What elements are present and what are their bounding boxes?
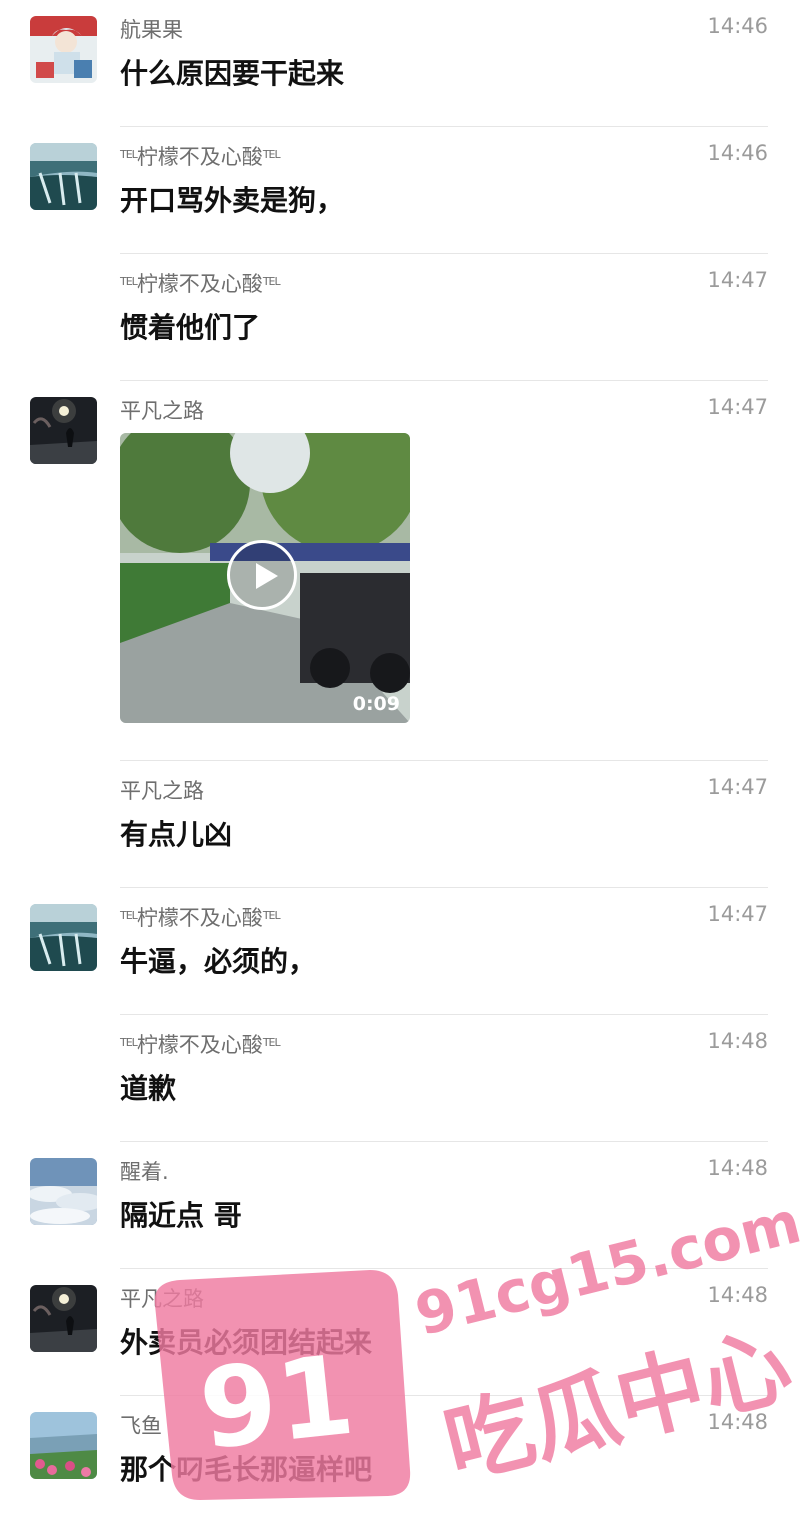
avatar[interactable] [30, 143, 97, 210]
timestamp: 14:46 [707, 14, 768, 38]
video-duration: 0:09 [352, 693, 400, 715]
timestamp: 14:47 [707, 395, 768, 419]
video-thumbnail[interactable]: 0:09 [120, 433, 410, 723]
timestamp: 14:48 [707, 1410, 768, 1434]
sender-name: 平凡之路 [120, 1287, 204, 1311]
sender-name: TEL柠檬不及心酸TEL [120, 272, 281, 296]
avatar[interactable] [30, 16, 97, 83]
sender-name: TEL柠檬不及心酸TEL [120, 145, 281, 169]
play-icon[interactable] [227, 540, 297, 610]
message-item[interactable]: 平凡之路 14:47 0:09 [0, 381, 800, 761]
timestamp: 14:47 [707, 902, 768, 926]
sender-name: 醒着. [120, 1160, 169, 1184]
message-text: 开口骂外卖是狗， [120, 184, 345, 217]
message-text: 道歉 [120, 1072, 177, 1105]
timestamp: 14:48 [707, 1283, 768, 1307]
sky-clouds-icon [30, 1158, 97, 1225]
sender-name: 平凡之路 [120, 399, 204, 423]
sender-name: 飞鱼 [120, 1414, 162, 1438]
night-moon-icon [30, 1285, 97, 1352]
night-moon-icon [30, 397, 97, 464]
message-item[interactable]: 醒着. 14:48 隔近点 哥 [0, 1142, 800, 1269]
message-item[interactable]: TEL柠檬不及心酸TEL 14:47 惯着他们了 [0, 254, 800, 381]
message-item[interactable]: TEL柠檬不及心酸TEL 14:48 道歉 [0, 1015, 800, 1142]
message-item[interactable]: TEL柠檬不及心酸TEL 14:47 牛逼，必须的， [0, 888, 800, 1015]
waterfall-icon [30, 143, 97, 210]
message-text: 惯着他们了 [120, 311, 261, 344]
timestamp: 14:47 [707, 268, 768, 292]
sender-name: 航果果 [120, 18, 183, 42]
message-item[interactable]: 航果果 14:46 什么原因要干起来 [0, 0, 800, 127]
message-item[interactable]: 平凡之路 14:47 有点儿凶 [0, 761, 800, 888]
timestamp: 14:46 [707, 141, 768, 165]
timestamp: 14:48 [707, 1029, 768, 1053]
message-text: 隔近点 哥 [120, 1199, 242, 1232]
avatar[interactable] [30, 1285, 97, 1352]
sender-name: TEL柠檬不及心酸TEL [120, 906, 281, 930]
message-item[interactable]: 飞鱼 14:48 那个叼毛长那逼样吧 [0, 1396, 800, 1523]
sender-name: 平凡之路 [120, 779, 204, 803]
anime-figure-icon [30, 16, 97, 83]
message-text: 什么原因要干起来 [120, 57, 345, 90]
avatar[interactable] [30, 397, 97, 464]
avatar[interactable] [30, 904, 97, 971]
message-text: 那个叼毛长那逼样吧 [120, 1453, 373, 1486]
message-text: 外卖员必须团结起来 [120, 1326, 373, 1359]
timestamp: 14:47 [707, 775, 768, 799]
message-item[interactable]: TEL柠檬不及心酸TEL 14:46 开口骂外卖是狗， [0, 127, 800, 254]
coast-flowers-icon [30, 1412, 97, 1479]
sender-name: TEL柠檬不及心酸TEL [120, 1033, 281, 1057]
timestamp: 14:48 [707, 1156, 768, 1180]
avatar[interactable] [30, 1158, 97, 1225]
waterfall-icon [30, 904, 97, 971]
avatar[interactable] [30, 1412, 97, 1479]
message-text: 牛逼，必须的， [120, 945, 317, 978]
message-item[interactable]: 平凡之路 14:48 外卖员必须团结起来 [0, 1269, 800, 1396]
message-text: 有点儿凶 [120, 818, 233, 851]
